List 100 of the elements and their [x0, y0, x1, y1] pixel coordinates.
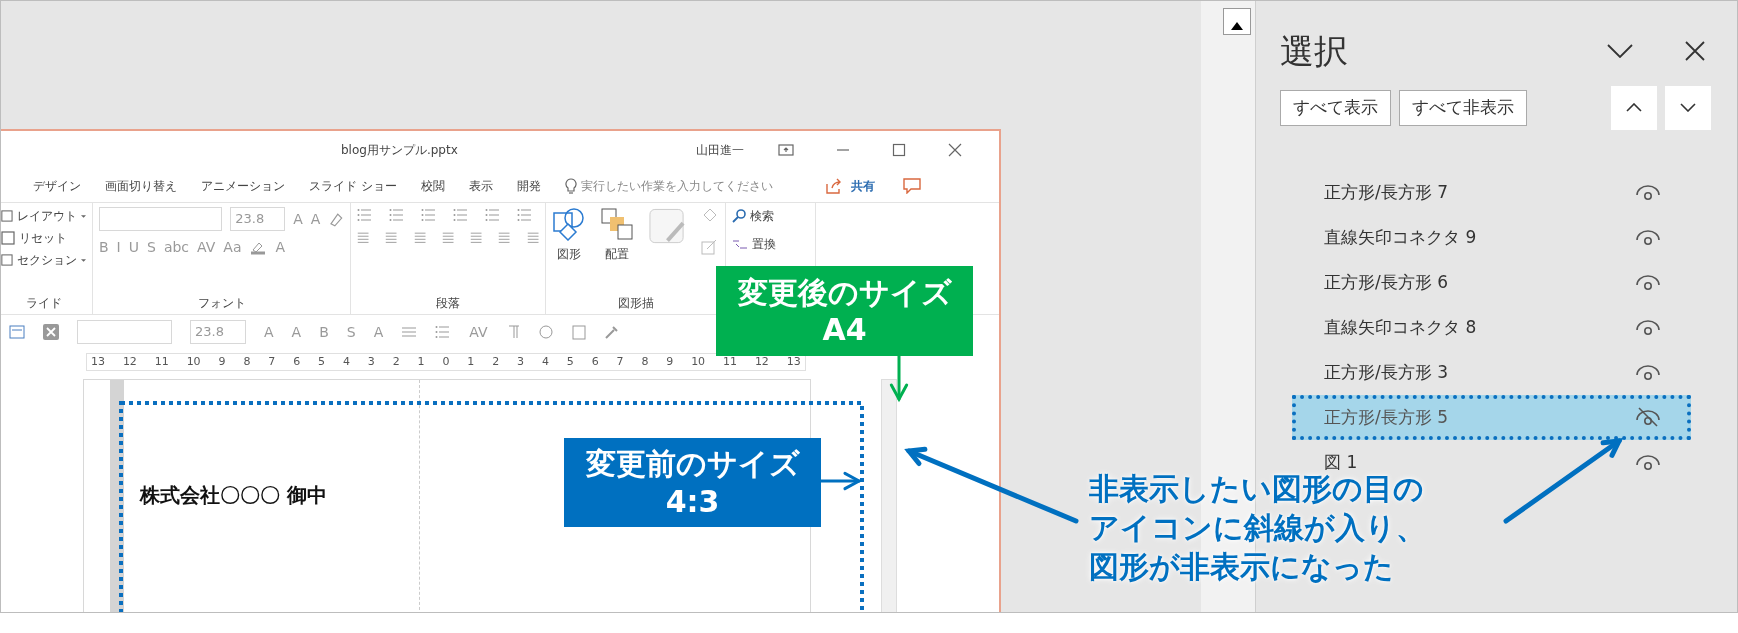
ruler-number: 10 — [691, 353, 706, 370]
clear-format-icon[interactable] — [328, 211, 344, 227]
ruler-number: 6 — [293, 353, 301, 370]
layout-icon[interactable] — [9, 325, 25, 339]
eye-icon[interactable] — [1635, 272, 1661, 293]
ruler-number: 0 — [442, 353, 450, 370]
ribbon-button[interactable]: 図形 — [557, 245, 581, 263]
ruler-number: 4 — [342, 353, 350, 370]
search-icon — [732, 209, 746, 223]
font-name-field[interactable] — [99, 207, 223, 231]
vertical-scrollbar[interactable] — [881, 379, 897, 612]
outline-pen-icon[interactable] — [701, 239, 719, 255]
show-all-button[interactable]: すべて表示 — [1280, 90, 1391, 126]
ribbon-tab[interactable]: 開発 — [516, 176, 541, 195]
ruler-number: 6 — [591, 353, 599, 370]
group-label: 段落 — [435, 295, 461, 312]
close-icon[interactable] — [1685, 41, 1705, 62]
ruler-number: 13 — [91, 353, 105, 370]
ruler-number: 8 — [641, 353, 649, 370]
maximize-icon[interactable] — [891, 143, 906, 157]
chevron-down-icon[interactable] — [1607, 44, 1633, 59]
scroll-up-button[interactable] — [1223, 8, 1251, 35]
layer-name: 正方形/長方形 3 — [1324, 360, 1448, 384]
share-icon[interactable] — [824, 177, 843, 194]
ribbon-tab[interactable]: 画面切り替え — [105, 176, 177, 195]
eye-icon[interactable] — [1635, 227, 1661, 248]
ruler-number: 13 — [786, 353, 801, 370]
ribbon-button[interactable]: リセット — [19, 229, 67, 247]
comment-icon[interactable] — [902, 177, 921, 194]
ribbon-button[interactable]: 配置 — [605, 245, 629, 263]
ribbon-button[interactable]: 検索 — [750, 207, 774, 225]
ribbon-button[interactable]: レイアウト — [16, 207, 77, 225]
eye-icon[interactable] — [1635, 362, 1661, 383]
pane-title: 選択 — [1280, 31, 1348, 72]
layer-item[interactable]: 直線矢印コネクタ 8 — [1292, 304, 1691, 350]
arrange-icon — [600, 207, 634, 241]
layer-item[interactable]: 正方形/長方形 6 — [1292, 259, 1691, 305]
highlight-icon[interactable] — [249, 240, 268, 255]
text-effects-icon[interactable] — [537, 324, 554, 340]
ribbon-tab[interactable]: スライド ショー — [309, 176, 397, 195]
chevron-down-icon — [1680, 103, 1696, 113]
slide-layout-icon — [1, 208, 13, 224]
ruler-number: 1 — [417, 353, 425, 370]
search-prompt[interactable]: 実行したい作業を入力してください — [580, 176, 773, 195]
caret-icon — [80, 214, 86, 218]
triangle-up-icon — [1231, 21, 1243, 30]
group-label: 図形描 — [616, 295, 655, 312]
slide-layout-icon — [1, 252, 13, 268]
ruler-number: 9 — [218, 353, 226, 370]
annotation-value: 4:3 — [664, 482, 721, 520]
layer-name: 直線矢印コネクタ 8 — [1324, 315, 1477, 339]
layer-item[interactable]: 正方形/長方形 5 — [1292, 394, 1691, 440]
font-name-field[interactable] — [77, 320, 172, 344]
hide-all-button[interactable]: すべて非表示 — [1399, 90, 1527, 126]
ruler-number: 2 — [492, 353, 500, 370]
ribbon-tab[interactable]: 校閲 — [420, 176, 445, 195]
group-label: フォント — [196, 295, 247, 312]
ruler-number: 12 — [754, 353, 769, 370]
delete-icon[interactable] — [43, 324, 59, 340]
align-center-icon[interactable] — [401, 325, 418, 339]
group-label: ライド — [24, 295, 63, 312]
send-backward-button[interactable] — [1665, 85, 1711, 130]
slide-text: 株式会社〇〇〇 御中 — [140, 482, 327, 509]
ribbon-button[interactable]: セクション — [16, 251, 77, 269]
ruler-number: 1 — [467, 353, 475, 370]
ruler-number: 4 — [541, 353, 549, 370]
ruler-number: 3 — [517, 353, 524, 370]
ribbon-display-icon[interactable] — [777, 144, 794, 156]
share-button[interactable]: 共有 — [850, 176, 875, 195]
replace-icon — [732, 237, 748, 251]
format-painter-icon[interactable] — [603, 324, 620, 340]
ruler-number: 2 — [392, 353, 400, 370]
ruler-number: 11 — [723, 353, 737, 370]
lightbulb-icon — [564, 177, 577, 194]
ribbon-tab[interactable]: デザイン — [33, 176, 81, 195]
bring-forward-button[interactable] — [1611, 85, 1657, 130]
layer-name: 正方形/長方形 6 — [1324, 270, 1448, 294]
annotation-title: 変更前のサイズ — [584, 445, 801, 483]
ruler-number: 7 — [268, 353, 276, 370]
eye-slashed-icon[interactable] — [1635, 407, 1661, 428]
ribbon-tab[interactable]: アニメーション — [201, 176, 285, 195]
eye-icon[interactable] — [1635, 317, 1661, 338]
eye-icon[interactable] — [1635, 452, 1661, 473]
bullet-list-icon[interactable] — [435, 324, 452, 340]
ruler-number: 12 — [122, 353, 137, 370]
layer-item[interactable]: 正方形/長方形 3 — [1292, 349, 1691, 395]
annotation-title: 変更後のサイズ — [736, 273, 953, 311]
chevron-up-icon — [1626, 103, 1642, 113]
close-icon[interactable] — [947, 143, 962, 157]
layer-item[interactable]: 直線矢印コネクタ 9 — [1292, 214, 1691, 260]
ruler-number: 7 — [616, 353, 624, 370]
ruler-number: 3 — [367, 353, 375, 370]
layer-name: 正方形/長方形 5 — [1324, 405, 1448, 429]
layer-item[interactable]: 正方形/長方形 7 — [1292, 169, 1691, 215]
user-name: 山田進一 — [695, 142, 744, 159]
ribbon-tab[interactable]: 表示 — [468, 176, 493, 195]
window-title: blog用サンプル.pptx — [341, 142, 458, 159]
eye-icon[interactable] — [1635, 182, 1661, 203]
bullet-list-icon[interactable] — [357, 207, 373, 223]
ribbon-button[interactable]: 置換 — [752, 235, 776, 253]
